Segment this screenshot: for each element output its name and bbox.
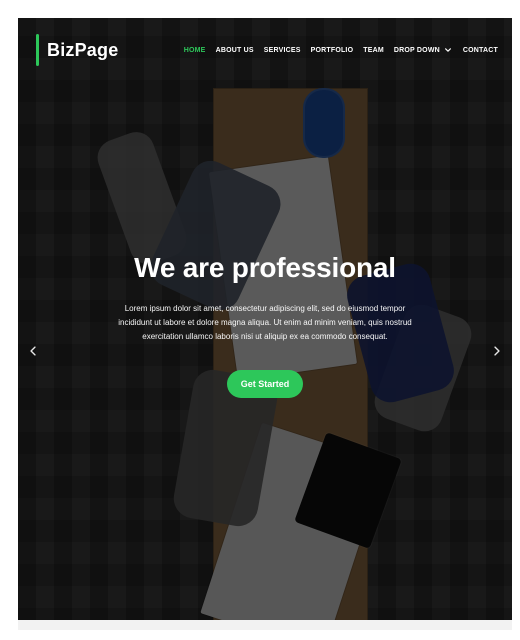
get-started-button[interactable]: Get Started bbox=[226, 369, 304, 398]
nav-home[interactable]: HOME bbox=[184, 43, 206, 58]
hero-title: We are professional bbox=[134, 252, 396, 283]
nav-team[interactable]: TEAM bbox=[363, 43, 384, 58]
site-header: BizPage HOME ABOUT US SERVICES PORTFOLIO… bbox=[18, 18, 512, 82]
nav-label: SERVICES bbox=[263, 46, 301, 54]
nav-services[interactable]: SERVICES bbox=[264, 43, 301, 58]
nav-about[interactable]: ABOUT US bbox=[216, 43, 254, 58]
brand-accent-bar bbox=[36, 34, 39, 66]
nav-contact[interactable]: CONTACT bbox=[463, 43, 498, 58]
main-nav: HOME ABOUT US SERVICES PORTFOLIO TEAM DR… bbox=[184, 41, 498, 59]
brand-logo[interactable]: BizPage bbox=[36, 34, 118, 66]
nav-label: PORTFOLIO bbox=[310, 46, 354, 54]
hero-slider: BizPage HOME ABOUT US SERVICES PORTFOLIO… bbox=[18, 18, 512, 630]
nav-dropdown[interactable]: DROP DOWN bbox=[394, 41, 453, 59]
hero-description: Lorem ipsum dolor sit amet, consectetur … bbox=[118, 303, 412, 341]
hero-content: We are professional Lorem ipsum dolor si… bbox=[18, 252, 512, 398]
nav-label: TEAM bbox=[363, 46, 384, 54]
chevron-down-icon bbox=[443, 45, 453, 55]
brand-name: BizPage bbox=[47, 39, 119, 60]
page-bottom-edge bbox=[18, 620, 512, 630]
nav-portfolio[interactable]: PORTFOLIO bbox=[311, 43, 354, 58]
nav-label: DROP DOWN bbox=[393, 46, 440, 54]
nav-label: HOME bbox=[183, 46, 206, 54]
nav-label: ABOUT US bbox=[215, 46, 254, 54]
nav-label: CONTACT bbox=[462, 46, 498, 54]
